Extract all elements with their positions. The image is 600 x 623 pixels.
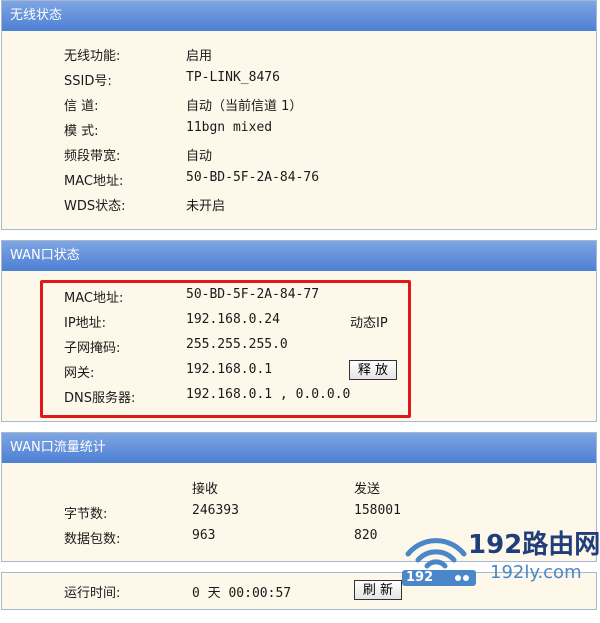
- mode-label: 模 式:: [64, 124, 99, 139]
- bytes-label: 字节数:: [64, 507, 108, 522]
- send-column-header: 发送: [354, 482, 381, 497]
- ssid-label: SSID号:: [64, 74, 112, 89]
- channel-value: 自动（当前信道 1）: [186, 99, 303, 114]
- ssid-value: TP-LINK_8476: [186, 70, 280, 85]
- wds-label: WDS状态:: [64, 199, 126, 214]
- wireless-mac-label: MAC地址:: [64, 174, 124, 189]
- wan-traffic-header: WAN口流量统计: [2, 433, 596, 463]
- highlight-box: [40, 280, 411, 418]
- mode-value: 11bgn mixed: [186, 120, 273, 135]
- watermark-logo: 192 192路由网 192ly.com: [400, 522, 600, 592]
- packets-send: 820: [354, 528, 378, 543]
- watermark-url: 192ly.com: [490, 562, 582, 583]
- wireless-function-value: 启用: [186, 49, 213, 64]
- bytes-send: 158001: [354, 503, 401, 518]
- bytes-receive: 246393: [192, 503, 239, 518]
- uptime-value: 0 天 00:00:57: [192, 586, 292, 601]
- bandwidth-label: 频段带宽:: [64, 149, 121, 164]
- channel-label: 信 道:: [64, 99, 99, 114]
- packets-label: 数据包数:: [64, 532, 121, 547]
- packets-receive: 963: [192, 528, 216, 543]
- uptime-label: 运行时间:: [64, 586, 121, 601]
- bandwidth-value: 自动: [186, 149, 213, 164]
- wireless-mac-value: 50-BD-5F-2A-84-76: [186, 170, 320, 185]
- wds-value: 未开启: [186, 199, 226, 214]
- wireless-status-header: 无线状态: [2, 1, 596, 31]
- wan-status-header: WAN口状态: [2, 241, 596, 271]
- watermark-brand: 192路由网: [468, 530, 600, 560]
- wireless-function-label: 无线功能:: [64, 49, 121, 64]
- receive-column-header: 接收: [192, 482, 219, 497]
- watermark-logo-text: 192: [406, 570, 434, 585]
- refresh-button[interactable]: 刷 新: [354, 580, 402, 600]
